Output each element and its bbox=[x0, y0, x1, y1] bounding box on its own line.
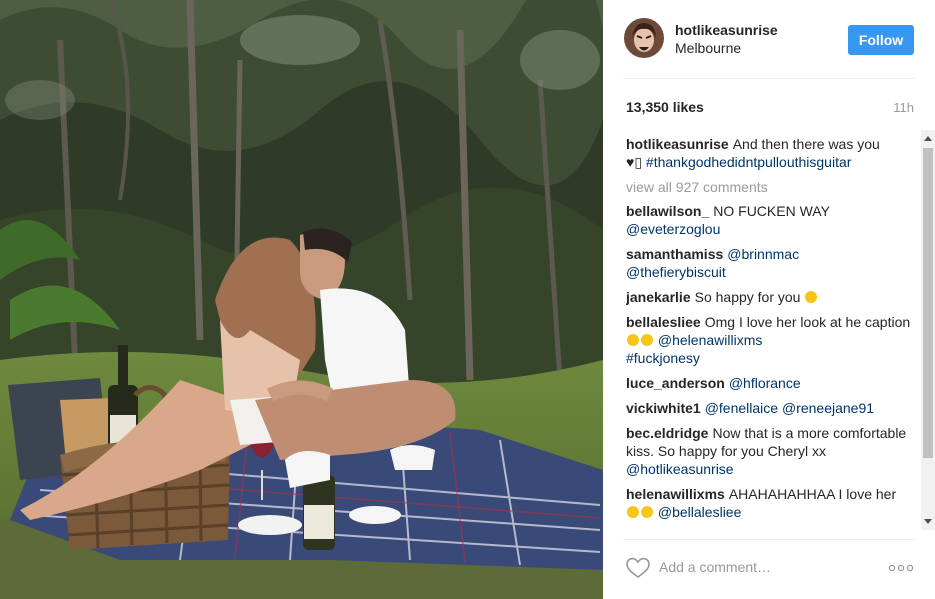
more-options-icon bbox=[888, 564, 914, 572]
comment-username[interactable]: helenawillixms bbox=[626, 486, 725, 502]
view-all-comments-link[interactable]: view all 927 comments bbox=[626, 178, 911, 196]
comment-mention[interactable]: @bellalesliee bbox=[658, 504, 741, 520]
caption-symbol: ♥▯ bbox=[626, 154, 643, 170]
footer-divider bbox=[623, 539, 915, 540]
comment-username[interactable]: vickiwhite1 bbox=[626, 400, 701, 416]
avatar[interactable] bbox=[624, 18, 664, 58]
comment-username[interactable]: bellawilson_ bbox=[626, 203, 709, 219]
comment-mention[interactable]: @fenellaice bbox=[705, 400, 778, 416]
post-location[interactable]: Melbourne bbox=[675, 40, 741, 56]
caption: hotlikeasunrise And then there was you ♥▯… bbox=[626, 135, 911, 171]
comment-username[interactable]: janekarlie bbox=[626, 289, 691, 305]
post-photo[interactable] bbox=[0, 0, 603, 599]
emoji-icon bbox=[805, 291, 818, 303]
caption-text: And then there was you bbox=[732, 136, 880, 152]
likes-count[interactable]: 13,350 likes bbox=[626, 99, 704, 115]
comment-text: So happy for you bbox=[694, 289, 801, 305]
comment-mention[interactable]: @reneejane91 bbox=[782, 400, 874, 416]
add-comment-input[interactable] bbox=[659, 556, 869, 578]
emoji-icon bbox=[641, 334, 653, 346]
scrollbar-thumb[interactable] bbox=[923, 148, 933, 458]
comment-text: AHAHAHAHHAA I love her bbox=[728, 486, 897, 502]
comment-mention[interactable]: @hflorance bbox=[729, 375, 801, 391]
comment-mention[interactable]: @thefierybiscuit bbox=[626, 264, 726, 280]
avatar-image bbox=[624, 18, 664, 58]
list-item: samanthamiss @brinnmac @thefierybiscuit bbox=[626, 245, 911, 281]
list-item: janekarlie So happy for you bbox=[626, 288, 911, 306]
like-button[interactable] bbox=[625, 556, 651, 580]
emoji-icon bbox=[627, 334, 639, 346]
list-item: helenawillixms AHAHAHAHHAA I love her @be… bbox=[626, 485, 911, 521]
list-item: bec.eldridge Now that is a more comfortab… bbox=[626, 424, 911, 478]
comment-mention[interactable]: @helenawillixms bbox=[658, 332, 762, 348]
more-options-button[interactable] bbox=[887, 560, 915, 576]
list-item: bellawilson_ NO FUCKEN WAY @eveterzoglou bbox=[626, 202, 911, 238]
caption-username[interactable]: hotlikeasunrise bbox=[626, 136, 729, 152]
emoji-icon bbox=[627, 506, 639, 518]
comment-mention[interactable]: @hotlikeasunrise bbox=[626, 461, 734, 477]
comment-username[interactable]: bellalesliee bbox=[626, 314, 701, 330]
post-username[interactable]: hotlikeasunrise bbox=[675, 22, 778, 38]
comment-text: NO FUCKEN WAY bbox=[713, 203, 830, 219]
post-details-panel: hotlikeasunrise Melbourne Follow 13,350 … bbox=[603, 0, 935, 599]
comment-mention[interactable]: @eveterzoglou bbox=[626, 221, 720, 237]
header-divider bbox=[623, 78, 915, 79]
comments-list: hotlikeasunrise And then there was you ♥▯… bbox=[626, 135, 911, 530]
list-item: luce_anderson @hflorance bbox=[626, 374, 911, 392]
comment-username[interactable]: luce_anderson bbox=[626, 375, 725, 391]
comment-text: Omg I love her look at he caption bbox=[704, 314, 911, 330]
post-header: hotlikeasunrise Melbourne Follow bbox=[603, 0, 935, 79]
post-time[interactable]: 11h bbox=[893, 100, 914, 115]
emoji-icon bbox=[641, 506, 653, 518]
likes-row: 13,350 likes 11h bbox=[626, 99, 914, 117]
scroll-down-arrow-icon[interactable] bbox=[924, 519, 932, 524]
comment-username[interactable]: samanthamiss bbox=[626, 246, 723, 262]
list-item: vickiwhite1 @fenellaice @reneejane91 bbox=[626, 399, 911, 417]
list-item: bellalesliee Omg I love her look at he ca… bbox=[626, 313, 911, 367]
comments-scrollbar[interactable] bbox=[921, 130, 935, 530]
scroll-up-arrow-icon[interactable] bbox=[924, 136, 932, 141]
caption-hashtag[interactable]: #thankgodhedidntpullouthisguitar bbox=[646, 154, 852, 170]
heart-outline-icon bbox=[626, 557, 650, 578]
comment-mention[interactable]: @brinnmac bbox=[727, 246, 799, 262]
follow-button[interactable]: Follow bbox=[848, 25, 914, 55]
post-photo-image bbox=[0, 0, 603, 599]
comment-username[interactable]: bec.eldridge bbox=[626, 425, 708, 441]
comment-hashtag[interactable]: #fuckjonesy bbox=[626, 350, 700, 366]
